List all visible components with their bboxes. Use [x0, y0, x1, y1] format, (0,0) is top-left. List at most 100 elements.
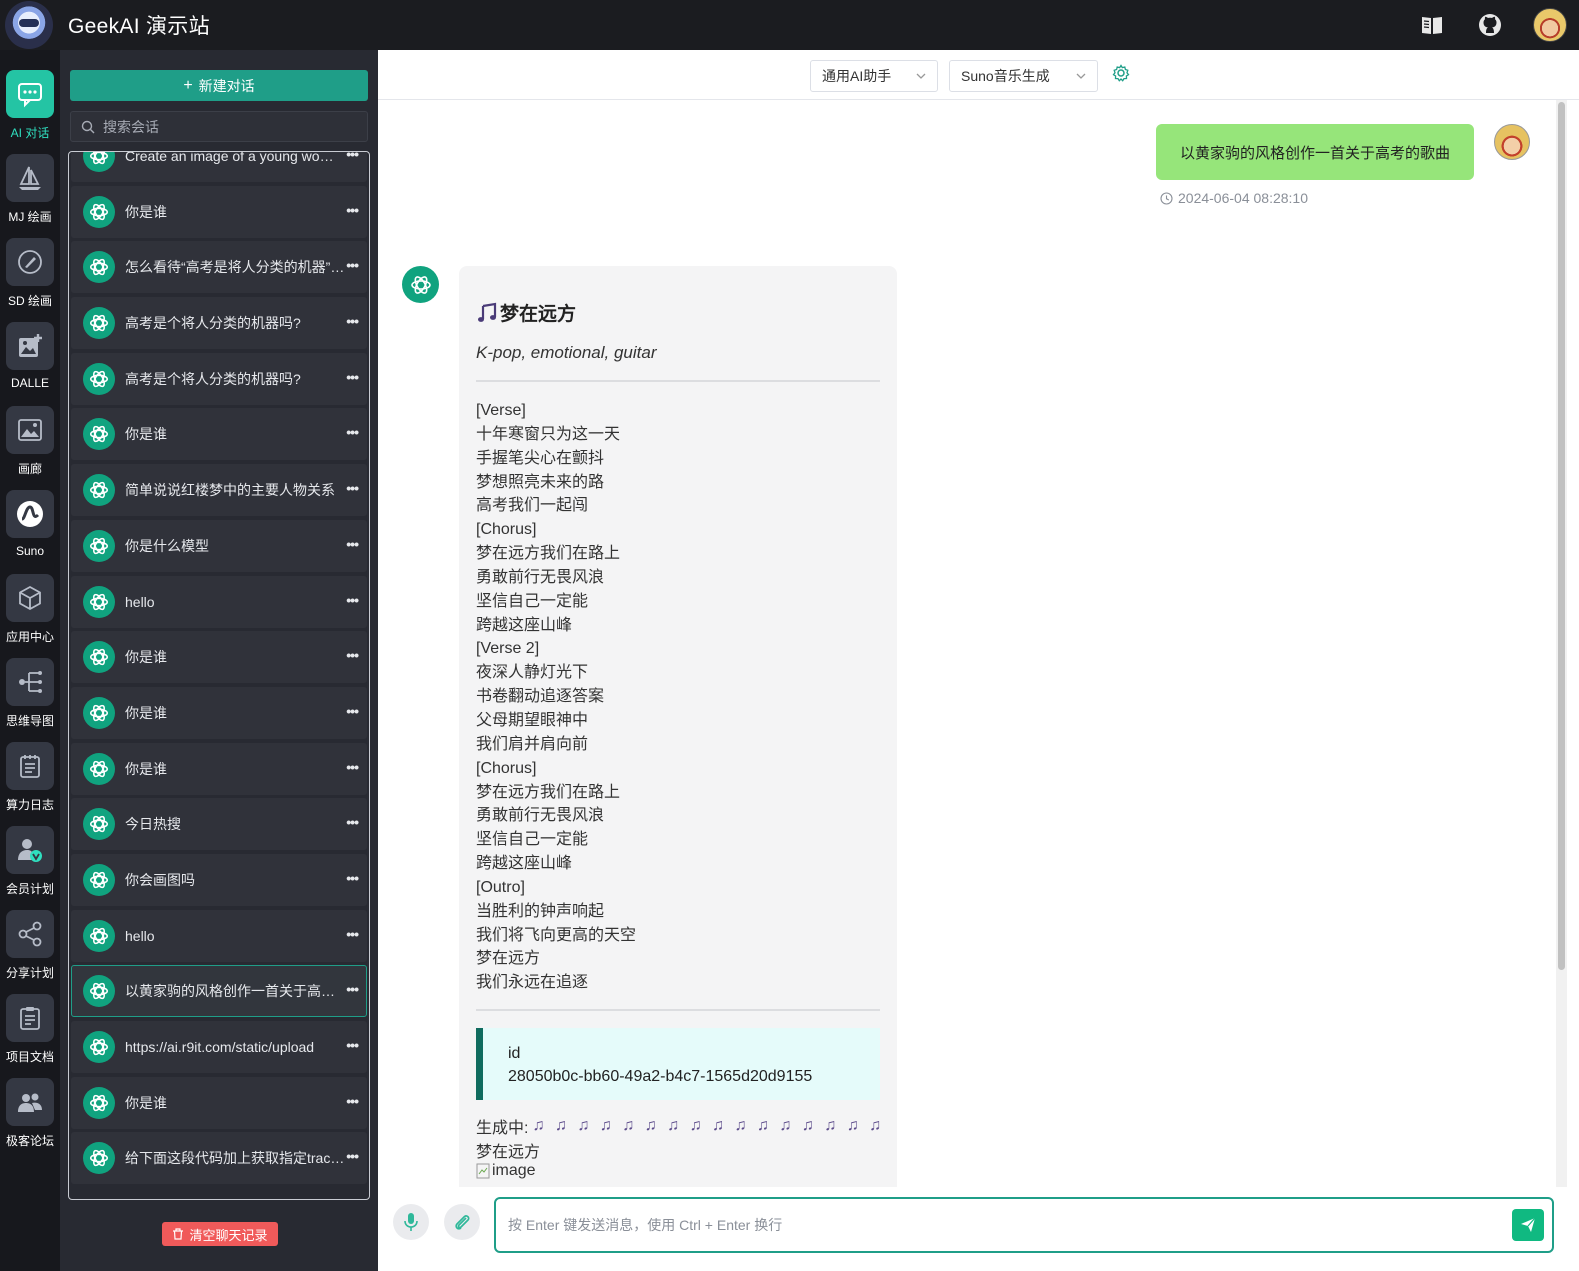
chat-list-item[interactable]: 怎么看待“高考是将人分类的机器”这个说法••• — [71, 241, 367, 294]
message-input-box[interactable] — [494, 1197, 1554, 1253]
more-options-icon[interactable]: ••• — [346, 257, 359, 273]
openai-icon — [83, 863, 115, 896]
more-options-icon[interactable]: ••• — [346, 592, 359, 608]
lyric-line: 勇敢前行无畏风浪 — [476, 568, 605, 586]
more-options-icon[interactable]: ••• — [346, 759, 359, 775]
docs-icon[interactable] — [1417, 10, 1447, 40]
chat-title: 给下面这段代码加上获取指定track的功能 — [125, 1150, 345, 1167]
song-title: 梦在远方 — [476, 299, 576, 326]
more-options-icon[interactable]: ••• — [346, 647, 359, 663]
user-avatar[interactable] — [1533, 8, 1567, 42]
chat-list-item[interactable]: hello ••• — [71, 575, 367, 628]
chat-list-item[interactable]: 以黄家驹的风格创作一首关于高考的歌曲••• — [71, 965, 367, 1018]
attach-button[interactable] — [444, 1204, 480, 1240]
nav-forum[interactable]: 极客论坛 — [0, 1078, 60, 1149]
document-icon — [6, 994, 54, 1042]
image-alt-text: image — [492, 1162, 536, 1179]
search-input[interactable]: 搜索会话 — [103, 117, 159, 137]
more-options-icon[interactable]: ••• — [346, 1093, 359, 1109]
chat-list-item[interactable]: hello ••• — [71, 909, 367, 962]
nav-suno[interactable]: Suno — [0, 490, 60, 558]
nav-dalle[interactable]: DALLE — [0, 322, 60, 390]
openai-icon — [83, 1086, 115, 1119]
more-options-icon[interactable]: ••• — [346, 1037, 359, 1053]
chat-list-item[interactable]: 你是谁 ••• — [71, 1076, 367, 1129]
chat-list-item[interactable]: https://ai.r9it.com/static/upload ••• — [71, 1021, 367, 1073]
search-box[interactable]: 搜索会话 — [70, 111, 368, 142]
more-options-icon[interactable]: ••• — [346, 1148, 359, 1164]
more-options-icon[interactable]: ••• — [346, 313, 359, 329]
chat-list-item[interactable]: Create an image of a young woman ••• — [71, 152, 367, 182]
nav-ai-chat[interactable]: AI 对话 — [0, 70, 60, 141]
nav-gallery[interactable]: 画廊 — [0, 406, 60, 477]
forum-icon — [6, 1078, 54, 1126]
more-options-icon[interactable]: ••• — [346, 703, 359, 719]
send-button[interactable] — [1512, 1209, 1544, 1241]
lyric-line: 我们将飞向更高的天空 — [476, 926, 637, 944]
more-options-icon[interactable]: ••• — [346, 202, 359, 218]
bot-avatar — [402, 266, 439, 303]
lyric-line: 手握笔尖心在颤抖 — [476, 449, 605, 467]
nav-label: DALLE — [10, 376, 50, 390]
role-select[interactable]: 通用AI助手 — [810, 60, 938, 92]
scrollbar-thumb[interactable] — [1558, 102, 1565, 970]
lyric-line: [Verse] — [476, 402, 526, 419]
chat-list-item[interactable]: 简单说说红楼梦中的主要人物关系 ••• — [71, 464, 367, 517]
chat-list-item[interactable]: 你会画图吗 ••• — [71, 853, 367, 906]
chat-list[interactable]: Create an image of a young woman ••• 你是谁 ••… — [68, 151, 370, 1200]
gear-icon[interactable] — [1112, 64, 1130, 82]
more-options-icon[interactable]: ••• — [346, 814, 359, 830]
user-message-bubble: 以黄家驹的风格创作一首关于高考的歌曲 — [1156, 124, 1474, 180]
chat-list-item[interactable]: 高考是个将人分类的机器吗? ••• — [71, 352, 367, 405]
brush-icon — [6, 238, 54, 286]
logo[interactable] — [5, 1, 53, 49]
chat-title: 你会画图吗 — [125, 871, 195, 888]
more-options-icon[interactable]: ••• — [346, 480, 359, 496]
message-timestamp: 2024-06-04 08:28:10 — [1160, 190, 1308, 206]
chat-list-item[interactable]: 你是什么模型 ••• — [71, 519, 367, 572]
more-options-icon[interactable]: ••• — [346, 424, 359, 440]
lyric-line: 坚信自己一定能 — [476, 831, 589, 849]
chat-list-item[interactable]: 你是谁 ••• — [71, 742, 367, 795]
more-options-icon[interactable]: ••• — [346, 152, 359, 162]
nav-app-center[interactable]: 应用中心 — [0, 574, 60, 645]
nav-label: 极客论坛 — [5, 1134, 54, 1148]
more-options-icon[interactable]: ••• — [346, 870, 359, 886]
openai-icon — [410, 275, 431, 294]
music-note-icon — [478, 302, 497, 322]
clear-history-button[interactable]: 清空聊天记录 — [162, 1222, 278, 1246]
chat-list-item[interactable]: 高考是个将人分类的机器吗? ••• — [71, 297, 367, 350]
nav-mj[interactable]: MJ 绘画 — [0, 154, 60, 225]
nav-docs[interactable]: 项目文档 — [0, 994, 60, 1065]
nav-mindmap[interactable]: 思维导图 — [0, 658, 60, 729]
nav-member[interactable]: 会员计划 — [0, 826, 60, 897]
chat-title: 你是谁 — [125, 704, 167, 721]
nav-log[interactable]: 算力日志 — [0, 742, 60, 813]
chat-title: https://ai.r9it.com/static/upload — [125, 1039, 315, 1055]
user-message-text: 以黄家驹的风格创作一首关于高考的歌曲 — [1179, 144, 1450, 162]
microphone-button[interactable] — [393, 1204, 429, 1240]
chat-list-item[interactable]: 给下面这段代码加上获取指定track的功能••• — [71, 1132, 367, 1185]
mindmap-icon — [6, 658, 54, 706]
chevron-down-icon — [916, 73, 926, 79]
composer — [378, 1187, 1579, 1271]
chat-list-item[interactable]: 你是谁 ••• — [71, 686, 367, 739]
message-input[interactable] — [508, 1217, 1488, 1233]
new-chat-button[interactable]: + 新建对话 — [70, 70, 368, 101]
chat-list-item[interactable]: 你是谁 ••• — [71, 408, 367, 461]
nav-sd[interactable]: SD 绘画 — [0, 238, 60, 309]
chat-list-item[interactable]: 今日热搜 ••• — [71, 798, 367, 851]
divider — [476, 380, 880, 382]
chat-list-item[interactable]: 你是谁 ••• — [71, 185, 367, 238]
more-options-icon[interactable]: ••• — [346, 926, 359, 942]
nav-share[interactable]: 分享计划 — [0, 910, 60, 981]
model-select[interactable]: Suno音乐生成 — [949, 60, 1098, 92]
more-options-icon[interactable]: ••• — [346, 536, 359, 552]
more-options-icon[interactable]: ••• — [346, 369, 359, 385]
more-options-icon[interactable]: ••• — [346, 981, 359, 997]
result-title: 梦在远方 — [476, 1144, 541, 1161]
chat-list-item[interactable]: 你是谁 ••• — [71, 631, 367, 684]
chat-scrollbar[interactable] — [1556, 100, 1567, 1237]
openai-icon — [83, 919, 115, 952]
github-icon[interactable] — [1475, 10, 1505, 40]
